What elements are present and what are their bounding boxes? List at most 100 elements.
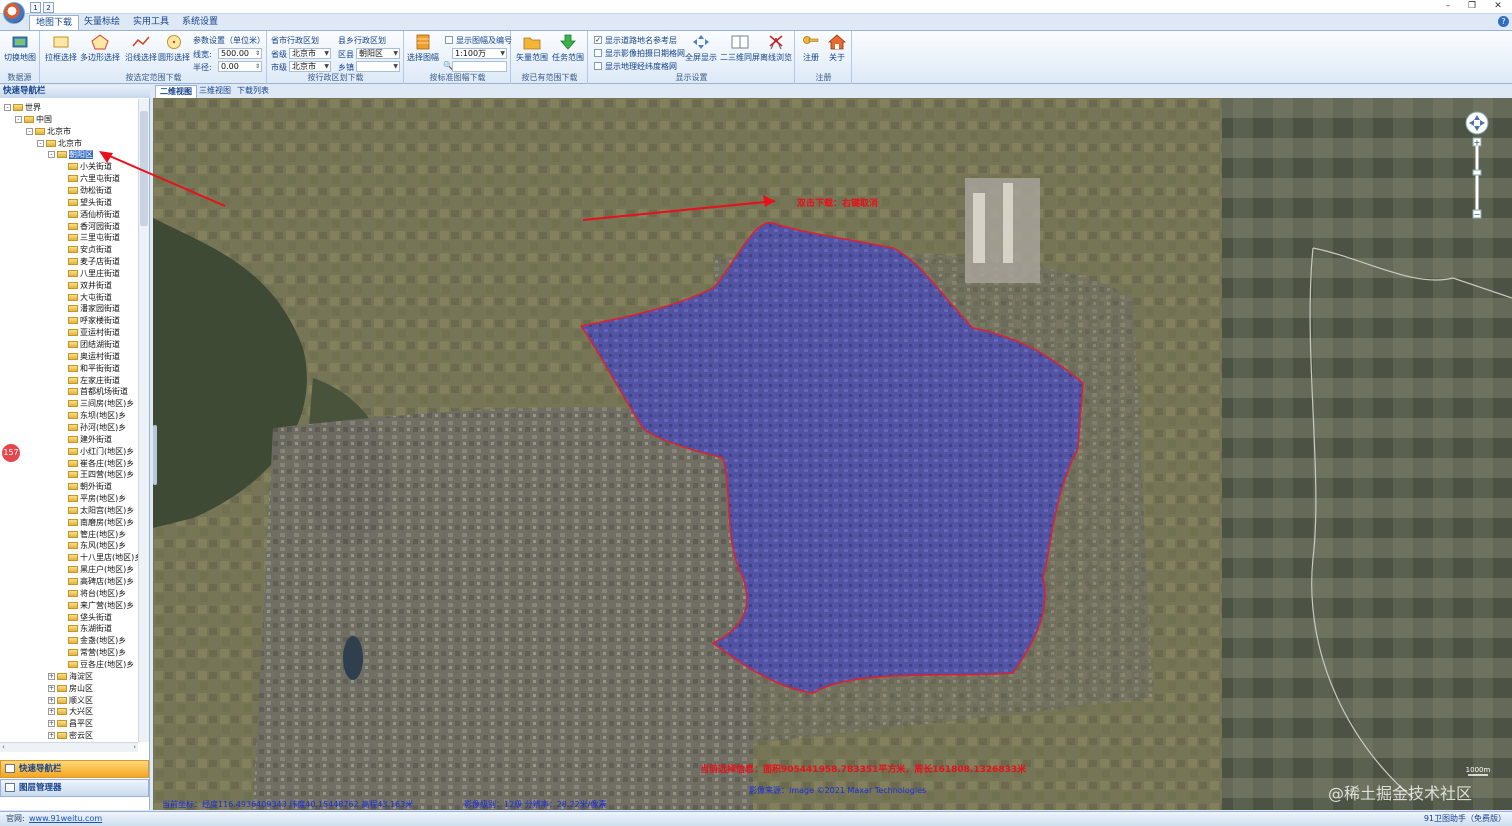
collapse-icon[interactable]: - [48,151,55,159]
show-sheet-checkbox[interactable] [445,36,453,44]
expand-icon[interactable]: + [48,732,55,740]
collapse-icon[interactable]: - [26,127,33,135]
tree-node[interactable]: 东湖街道 [59,623,112,634]
scale-select[interactable]: 1:100万 ▼ [452,48,507,59]
tree-node[interactable]: 团结湖街道 [59,339,120,350]
expand-icon[interactable]: + [48,672,55,680]
notification-badge[interactable]: 157 [2,444,20,462]
tree-node[interactable]: 八里庄街道 [59,268,120,279]
quick-access-2[interactable]: 2 [43,2,54,13]
tree-node[interactable]: 金盏(地区)乡 [59,635,126,646]
scroll-left-icon[interactable]: ‹ [2,743,5,751]
collapse-icon[interactable]: - [37,139,44,147]
tree-node[interactable]: + 密云区 [48,730,93,741]
tab-quick-nav[interactable]: 快速导航栏 [0,760,149,778]
tree-node[interactable]: 管庄(地区)乡 [59,529,126,540]
offline-browse-button[interactable]: 离线浏览 [760,34,792,63]
close-button[interactable]: ✕ [1486,0,1510,13]
tab-system-settings[interactable]: 系统设置 [176,15,224,30]
tree-node[interactable]: 豆各庄(地区)乡 [59,659,134,670]
tree-node[interactable]: - 朝阳区 [48,149,93,160]
tree-node[interactable]: 朝外街道 [59,481,112,492]
radius-input[interactable]: 0.00 ⇕ [218,61,262,72]
tree-node[interactable]: 大屯街道 [59,292,112,303]
tree-node[interactable]: 建外街道 [59,434,112,445]
tree-node[interactable]: 将台(地区)乡 [59,588,126,599]
twin-view-button[interactable]: 二三维同屏 [720,34,760,63]
collapse-icon[interactable]: - [15,115,22,123]
site-link[interactable]: www.91weitu.com [29,812,102,826]
line-select-button[interactable]: 沿线选择 [125,34,157,63]
tree-node[interactable]: + 顺义区 [48,695,93,706]
tree-node[interactable]: 麦子店街道 [59,256,120,267]
expand-icon[interactable]: + [48,708,55,716]
tree-node[interactable]: - 中国 [15,114,52,125]
tree-node[interactable]: 常营(地区)乡 [59,647,126,658]
tree-node[interactable]: + 大兴区 [48,706,93,717]
tree-node[interactable]: 平房(地区)乡 [59,493,126,504]
tab-utilities[interactable]: 实用工具 [127,15,175,30]
city-select[interactable]: 北京市 ▼ [289,61,331,72]
circle-select-button[interactable]: 圆形选择 [158,34,190,63]
panel-splitter[interactable] [153,425,157,485]
tree-node[interactable]: 三间房(地区)乡 [59,398,134,409]
tree-node[interactable]: 东坝(地区)乡 [59,410,126,421]
tree-node[interactable]: 崔各庄(地区)乡 [59,458,134,469]
prov-select[interactable]: 北京市 ▼ [289,48,331,59]
tab-download-list[interactable]: 下载列表 [233,85,273,98]
polygon-select-button[interactable]: 多边形选择 [80,34,120,63]
tree-node[interactable]: - 北京市 [26,126,71,137]
tree-node[interactable]: 左家庄街道 [59,375,120,386]
select-sheet-button[interactable]: 选择图幅 [407,34,439,63]
tree-node[interactable]: - 世界 [4,102,41,113]
tab-layer-manager[interactable]: 图层管理器 [0,779,149,797]
vector-range-button[interactable]: 矢量范围 [516,34,548,63]
tab-map-download[interactable]: 地图下载 [29,15,80,30]
minimize-button[interactable]: – [1436,0,1460,13]
help-icon[interactable]: ? [1498,16,1509,27]
tree-node[interactable]: + 房山区 [48,683,93,694]
spinner-icon[interactable]: ⇕ [255,62,260,71]
tree-horizontal-scrollbar[interactable]: ‹ › [0,742,138,752]
spinner-icon[interactable]: ⇕ [255,49,260,58]
register-button[interactable]: 注册 [802,34,820,63]
line-width-input[interactable]: 500.00 ⇕ [218,48,262,59]
town-select[interactable]: ▼ [356,61,400,72]
sheet-search-input[interactable] [452,61,507,72]
tree-node[interactable]: 小红门(地区)乡 [59,446,134,457]
tree-node[interactable]: 十八里店(地区)乡 [59,552,138,563]
tree-node[interactable]: 呼家楼街道 [59,315,120,326]
collapse-icon[interactable]: - [4,104,11,111]
map-view[interactable]: + − 1000m 双击下载：右键取消 当前选择信息：面积905441958.7… [153,98,1512,810]
task-range-button[interactable]: 任务范围 [552,34,584,63]
scroll-right-icon[interactable]: › [133,743,136,751]
tab-2d-view[interactable]: 二维视图 [155,85,197,98]
tree-node[interactable]: 首都机场街道 [59,386,128,397]
tree-node[interactable]: 王四营(地区)乡 [59,469,134,480]
tree-node[interactable]: 和平街街道 [59,363,120,374]
county-select[interactable]: 朝阳区 ▼ [356,48,400,59]
tree-node[interactable]: 双井街道 [59,280,112,291]
rect-select-button[interactable]: 拉框选择 [45,34,77,63]
tree-node[interactable]: 安贞街道 [59,244,112,255]
zoom-slider-thumb[interactable] [1472,169,1482,176]
tree-node[interactable]: + 海淀区 [48,671,93,682]
maximize-button[interactable]: ❐ [1460,0,1484,13]
latlon-grid-checkbox[interactable] [594,62,602,70]
tree-node[interactable]: 潘家园街道 [59,303,120,314]
expand-icon[interactable]: + [48,720,55,728]
about-button[interactable]: 关于 [828,34,846,63]
tree-node[interactable]: 奥运村街道 [59,351,120,362]
quick-access-1[interactable]: 1 [30,2,41,13]
tab-3d-view[interactable]: 三维视图 [195,85,235,98]
imagery-date-checkbox[interactable] [594,49,602,57]
tree-node[interactable]: + 昌平区 [48,718,93,729]
tree-node[interactable]: 来广营(地区)乡 [59,600,134,611]
tree-node[interactable]: 香河园街道 [59,221,120,232]
expand-icon[interactable]: + [48,684,55,692]
expand-icon[interactable]: + [48,696,55,704]
tree-node[interactable]: 黑庄户(地区)乡 [59,564,134,575]
tree-node[interactable]: - 北京市 [37,138,82,149]
road-names-checkbox[interactable]: ✓ [594,36,602,44]
tree-node[interactable]: 垡头街道 [59,612,112,623]
